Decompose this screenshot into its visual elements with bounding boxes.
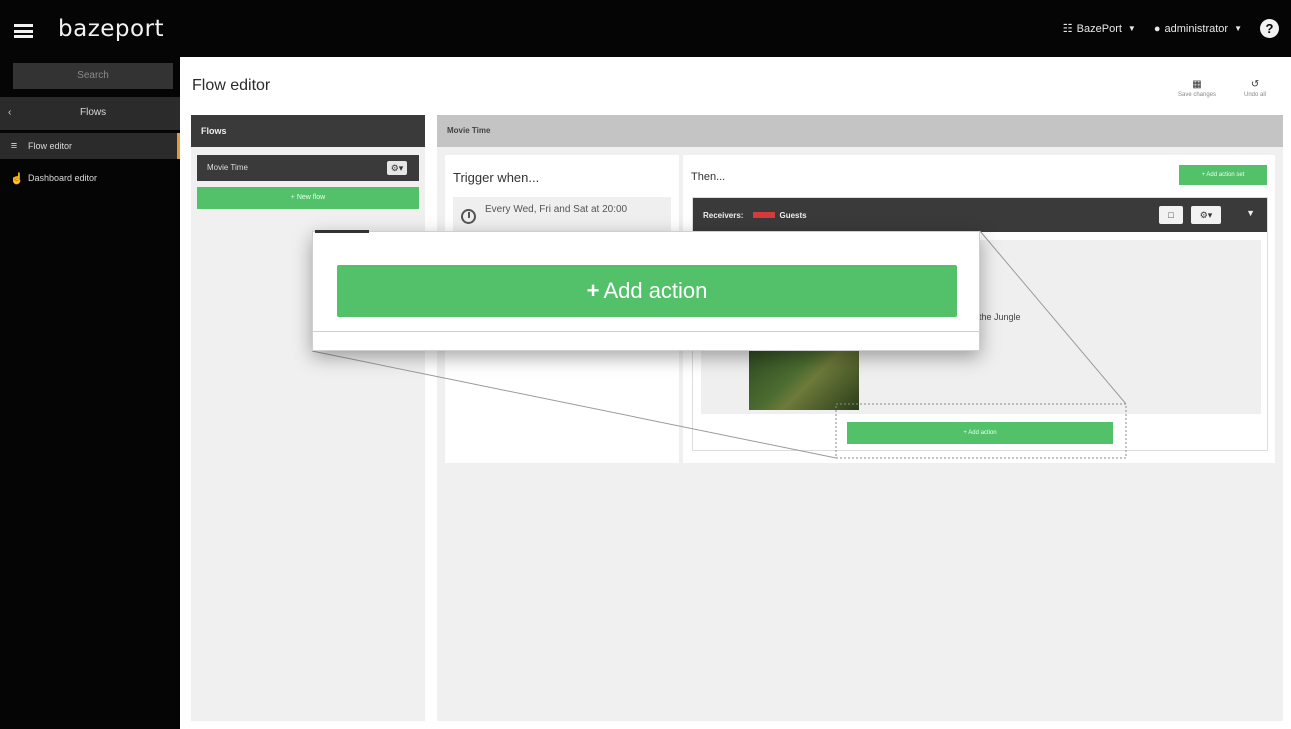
sidebar-back-label: Flows — [80, 107, 107, 118]
then-title: Then... — [691, 171, 726, 183]
new-flow-button[interactable]: + New flow — [197, 187, 419, 209]
clock-icon — [461, 209, 476, 224]
chevron-left-icon: ‹ — [8, 107, 12, 118]
sidebar: Search ‹ Flows ≡ Flow editor ☝ Dashboard… — [0, 57, 180, 729]
page-title: Flow editor — [192, 77, 271, 94]
flow-item-label: Movie Time — [207, 163, 248, 172]
flow-editor-panel: Movie Time Trigger when... Every Wed, Fr… — [437, 115, 1283, 721]
add-action-button-zoomed[interactable]: + Add action — [337, 265, 957, 317]
org-menu[interactable]: ☷ BazePort ▼ — [1062, 22, 1136, 36]
flows-panel: Flows Movie Time ⚙▾ + New flow — [191, 115, 425, 721]
trigger-item[interactable]: Every Wed, Fri and Sat at 20:00 — [453, 197, 671, 233]
receivers-tag — [753, 212, 776, 218]
undo-icon: ↺ — [1250, 79, 1260, 90]
flow-item[interactable]: Movie Time ⚙▾ — [197, 155, 419, 181]
undo-all-label: Undo all — [1244, 92, 1267, 98]
save-icon: ▦ — [1192, 79, 1202, 90]
user-menu-label: administrator — [1164, 22, 1229, 35]
user-icon: ● — [1153, 22, 1161, 35]
sidebar-item-label: Dashboard editor — [28, 173, 98, 183]
zoom-tab-marker — [315, 230, 369, 233]
sidebar-item-label: Flow editor — [28, 141, 73, 151]
chevron-down-icon[interactable]: ▼ — [1246, 208, 1255, 218]
receivers-value: Guests — [779, 210, 807, 220]
plus-icon: + — [586, 278, 600, 303]
sidebar-item-dashboard-editor[interactable]: ☝ Dashboard editor — [0, 165, 180, 191]
movie-thumbnail — [749, 348, 859, 410]
receivers-label: Receivers: — [703, 210, 744, 220]
divider — [313, 331, 981, 332]
chevron-down-icon: ▼ — [1127, 24, 1136, 33]
add-action-label: Add action — [603, 278, 708, 303]
trigger-title: Trigger when... — [453, 170, 540, 185]
flows-header: Flows — [191, 115, 425, 147]
menu-icon[interactable] — [14, 24, 33, 38]
trigger-schedule: Every Wed, Fri and Sat at 20:00 — [485, 204, 628, 215]
save-changes-label: Save changes — [1178, 92, 1217, 98]
main-content: Flow editor ▦ Save changes ↺ Undo all Fl… — [180, 57, 1291, 729]
save-changes-button[interactable]: ▦ Save changes — [1178, 79, 1216, 98]
action-caption: the Jungle — [979, 312, 1021, 322]
undo-all-button[interactable]: ↺ Undo all — [1244, 79, 1266, 98]
top-bar: bazeport ☷ BazePort ▼ ● administrator ▼ … — [0, 0, 1291, 57]
gear-icon[interactable]: ⚙▾ — [387, 161, 407, 175]
list-icon: ≡ — [10, 140, 18, 152]
comment-icon[interactable]: □ — [1159, 206, 1183, 224]
gear-icon[interactable]: ⚙▾ — [1191, 206, 1221, 224]
help-icon[interactable]: ? — [1260, 19, 1279, 38]
org-menu-label: BazePort — [1076, 22, 1122, 35]
add-action-set-button[interactable]: + Add action set — [1179, 165, 1267, 185]
add-action-button[interactable]: + Add action — [847, 422, 1113, 444]
sidebar-item-flow-editor[interactable]: ≡ Flow editor — [0, 133, 180, 159]
sidebar-back-flows[interactable]: ‹ Flows — [0, 97, 180, 130]
flow-name-header: Movie Time — [437, 115, 1283, 147]
search-input[interactable]: Search — [13, 63, 173, 89]
chevron-down-icon: ▼ — [1234, 24, 1242, 33]
sitemap-icon: ☷ — [1062, 23, 1073, 35]
app-logo: bazeport — [58, 16, 165, 42]
hand-pointer-icon: ☝ — [10, 172, 24, 185]
user-menu[interactable]: ● administrator ▼ — [1154, 23, 1242, 35]
zoom-callout: + Add action — [312, 230, 981, 351]
